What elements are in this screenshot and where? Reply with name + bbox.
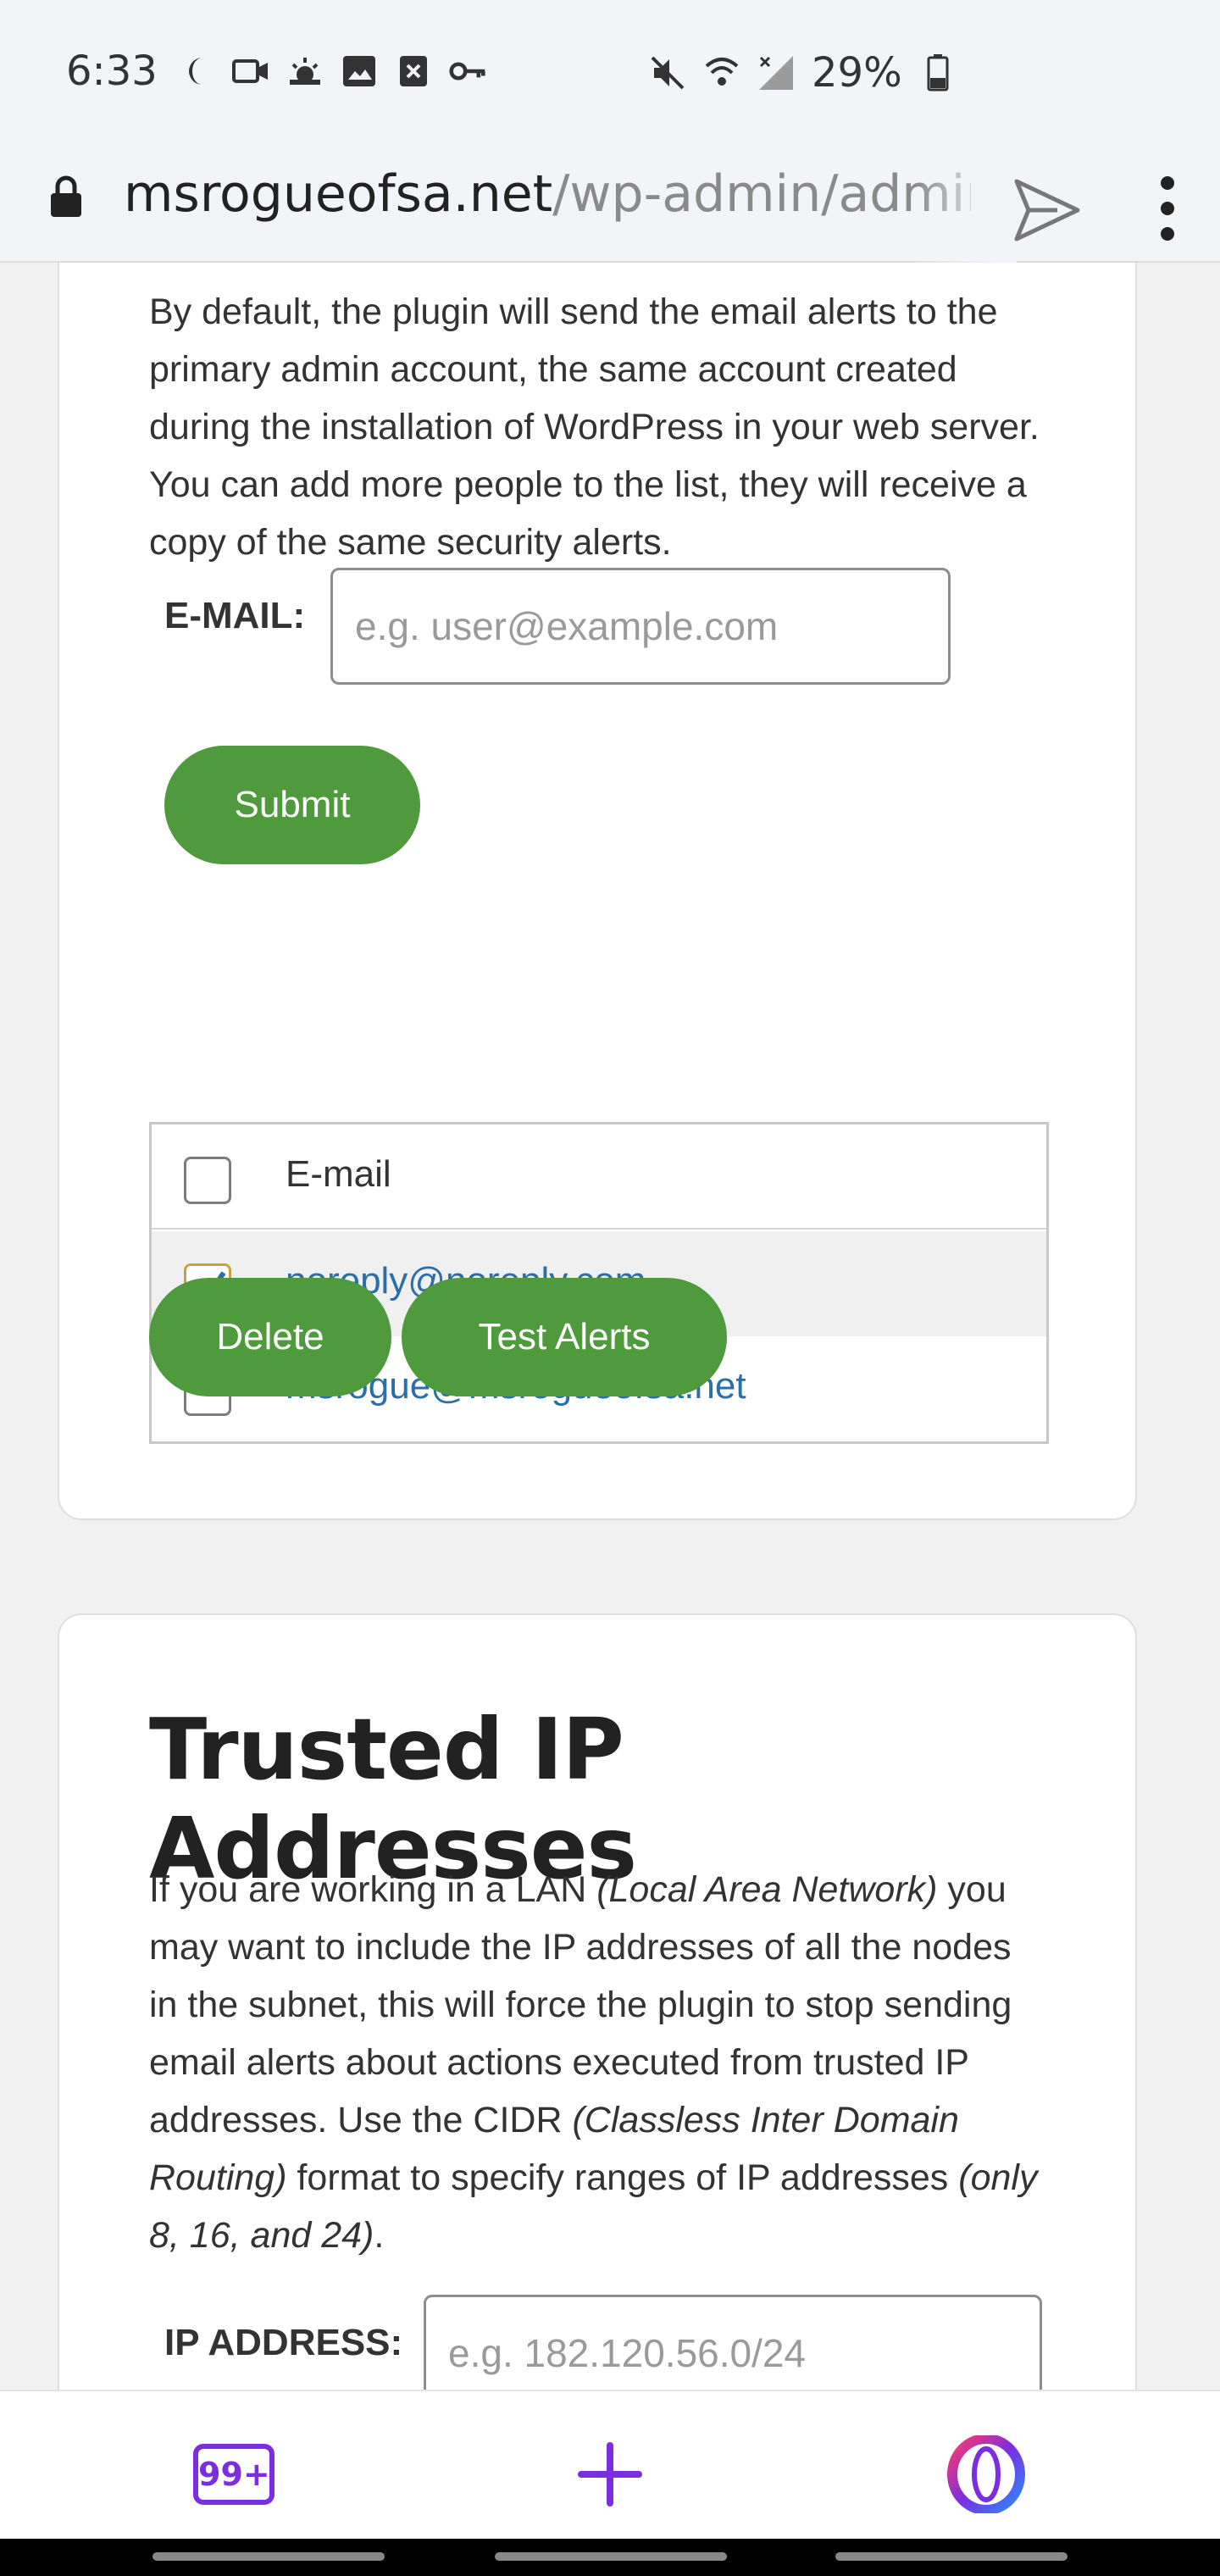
gesture-handle <box>495 2552 727 2561</box>
ip-address-input[interactable] <box>424 2295 1042 2390</box>
gesture-bar <box>0 2539 1220 2576</box>
lock-icon <box>51 175 81 217</box>
weather-icon <box>286 53 324 90</box>
battery-percent: 29% <box>812 49 902 97</box>
status-bar: 6:33 29% <box>0 0 1220 149</box>
gesture-handle <box>152 2552 385 2561</box>
notification-icons <box>178 53 486 90</box>
battery-icon <box>919 54 957 92</box>
table-header-row: E-mail <box>152 1124 1046 1230</box>
status-time: 6:33 <box>66 47 158 95</box>
moon-icon <box>178 53 215 90</box>
desc-text: . <box>374 2215 385 2256</box>
table-header-email: E-mail <box>286 1153 391 1195</box>
signal-icon <box>757 54 795 92</box>
more-menu-icon[interactable] <box>1159 173 1176 244</box>
key-icon <box>449 53 486 90</box>
ip-address-label: IP ADDRESS: <box>164 2322 403 2363</box>
url-path: /wp-admin/admin.p <box>552 164 971 224</box>
close-box-icon <box>395 53 432 90</box>
url-fade <box>915 149 1017 263</box>
wifi-icon <box>703 54 740 92</box>
email-label: E-MAIL: <box>164 595 306 636</box>
bottom-nav: 99+ <box>0 2390 1220 2539</box>
email-alerts-card: By default, the plugin will send the ema… <box>58 263 1137 1520</box>
email-input[interactable] <box>330 568 951 685</box>
delete-button[interactable]: Delete <box>149 1278 391 1396</box>
url-host: msrogueofsa.net <box>124 164 553 224</box>
desc-text: format to specify ranges of IP addresses <box>286 2157 959 2198</box>
tabs-button[interactable]: 99+ <box>193 2444 274 2505</box>
select-all-checkbox[interactable] <box>184 1157 231 1204</box>
opera-menu-icon[interactable] <box>947 2435 1025 2513</box>
address-bar[interactable]: msrogueofsa.net/wp-admin/admin.p <box>0 149 1220 263</box>
gesture-handle <box>835 2552 1068 2561</box>
trusted-ip-card: Trusted IP Addresses If you are working … <box>58 1613 1137 2390</box>
new-tab-plus-icon[interactable] <box>576 2440 644 2508</box>
page-content[interactable]: By default, the plugin will send the ema… <box>0 263 1220 2390</box>
desc-emphasis: (Local Area Network) <box>596 1869 938 1910</box>
url-text[interactable]: msrogueofsa.net/wp-admin/admin.p <box>124 164 971 224</box>
send-icon[interactable] <box>1013 178 1081 242</box>
email-description: By default, the plugin will send the ema… <box>149 291 1040 563</box>
system-icons: 29% <box>649 49 957 97</box>
submit-button[interactable]: Submit <box>164 746 420 864</box>
mute-icon <box>649 54 686 92</box>
desc-text: If you are working in a LAN <box>149 1869 597 1910</box>
test-alerts-button[interactable]: Test Alerts <box>402 1278 727 1396</box>
video-call-icon <box>232 53 269 90</box>
trusted-ip-description: If you are working in a LAN (Local Area … <box>149 1861 1047 2264</box>
image-icon <box>341 53 378 90</box>
